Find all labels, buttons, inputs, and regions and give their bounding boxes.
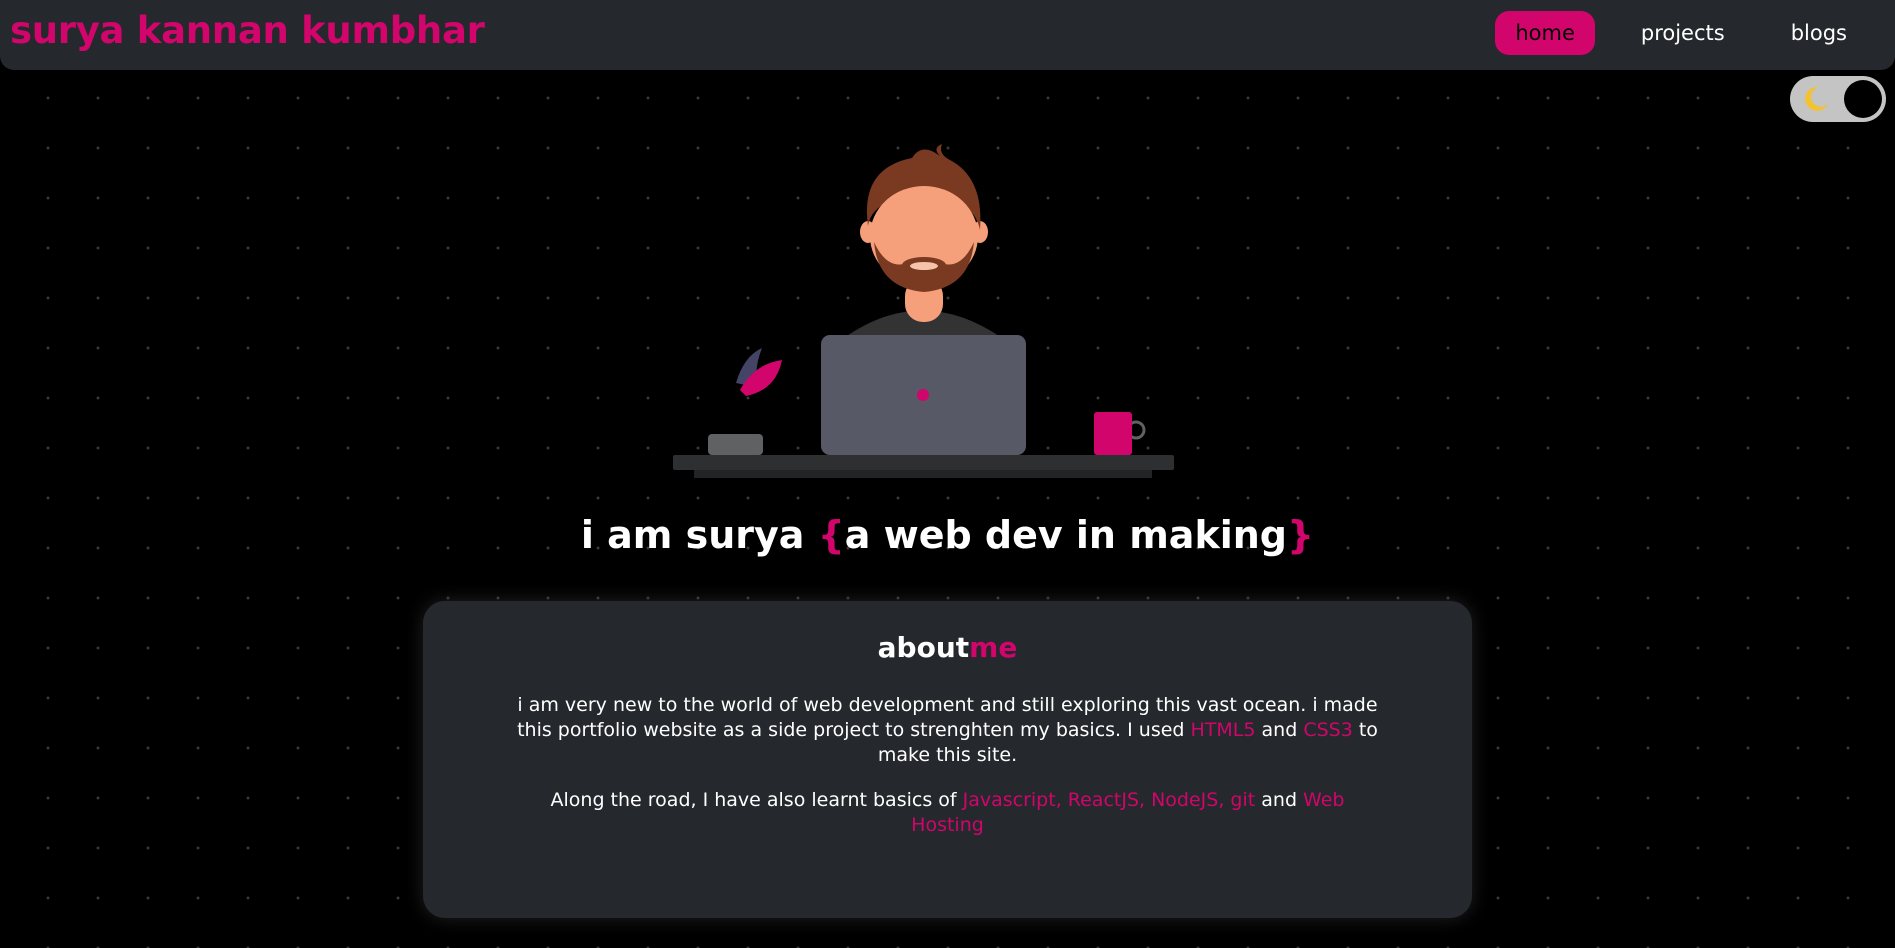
tagline-intro: i am surya [580, 513, 818, 557]
about-p1-and: and [1255, 719, 1304, 741]
hero-tagline: i am surya {a web dev in making} [0, 513, 1895, 557]
mug [1094, 412, 1132, 455]
developer-at-laptop-illustration [673, 144, 1174, 478]
mouth [910, 262, 938, 270]
about-title-main: about [877, 631, 970, 664]
about-title: aboutme [423, 631, 1472, 664]
nav-link-projects[interactable]: projects [1621, 11, 1745, 55]
desk-bottom [694, 470, 1152, 478]
toggle-knob [1844, 80, 1882, 118]
about-p2-and: and [1255, 789, 1304, 811]
nav-link-home[interactable]: home [1495, 11, 1595, 55]
theme-toggle[interactable] [1790, 76, 1886, 122]
nav-link-blogs[interactable]: blogs [1771, 11, 1867, 55]
tagline-highlight: a web dev in making [844, 513, 1288, 557]
desk-top [673, 455, 1174, 470]
nav-links: home projects blogs [1495, 11, 1895, 55]
about-p2-text-a: Along the road, I have also learnt basic… [550, 789, 963, 811]
navbar: surya kannan kumbhar home projects blogs [0, 0, 1895, 70]
moon-icon [1805, 86, 1828, 111]
laptop-logo [917, 389, 929, 401]
css3-highlight: CSS3 [1303, 719, 1353, 741]
tagline-brace-close: } [1287, 513, 1315, 557]
skills-highlight: Javascript, ReactJS, NodeJS, git [962, 789, 1256, 811]
about-paragraph-2: Along the road, I have also learnt basic… [513, 788, 1382, 838]
site-title[interactable]: surya kannan kumbhar [10, 9, 485, 52]
html5-highlight: HTML5 [1190, 719, 1256, 741]
about-body: i am very new to the world of web develo… [513, 693, 1382, 858]
tagline-brace-open: { [817, 513, 845, 557]
plant-pot [708, 434, 763, 455]
about-title-accent: me [969, 631, 1018, 664]
about-paragraph-1: i am very new to the world of web develo… [513, 693, 1382, 768]
about-card: aboutme i am very new to the world of we… [423, 601, 1472, 918]
